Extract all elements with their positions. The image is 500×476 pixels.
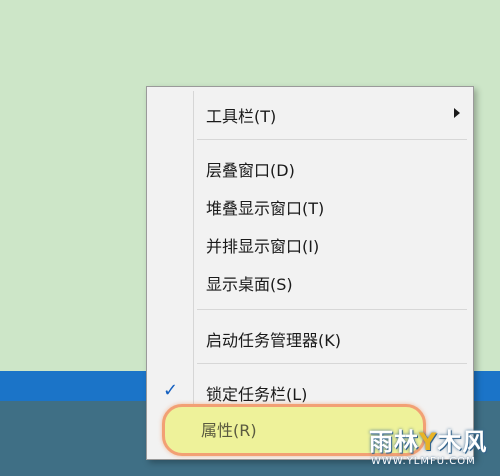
menu-item-label: 属性(R): [201, 421, 257, 440]
menu-separator: [197, 363, 467, 364]
menu-item-label: 工具栏(T): [206, 107, 277, 126]
watermark-url: WWW.YLMFU.COM: [371, 456, 476, 467]
menu-item-cascade-windows[interactable]: 层叠窗口(D): [150, 149, 470, 185]
menu-item-show-desktop[interactable]: 显示桌面(S): [150, 263, 470, 299]
menu-item-label: 锁定任务栏(L): [206, 385, 308, 404]
menu-item-side-by-side[interactable]: 并排显示窗口(I): [150, 225, 470, 261]
menu-item-label: 显示桌面(S): [206, 275, 293, 294]
menu-item-task-manager[interactable]: 启动任务管理器(K): [150, 319, 470, 355]
submenu-arrow-icon: [454, 108, 460, 118]
menu-item-label: 并排显示窗口(I): [206, 237, 320, 256]
menu-item-label: 层叠窗口(D): [206, 161, 295, 180]
watermark-logo: 雨林Y木风 WWW.YLMFU.COM: [365, 418, 500, 476]
watermark-brand: 雨林Y木风: [369, 428, 488, 456]
menu-separator: [197, 139, 467, 140]
menu-item-label: 堆叠显示窗口(T): [206, 199, 325, 218]
menu-item-toolbars[interactable]: 工具栏(T): [150, 95, 470, 131]
menu-item-label: 启动任务管理器(K): [206, 331, 341, 350]
menu-separator: [197, 309, 467, 310]
menu-item-stack-windows[interactable]: 堆叠显示窗口(T): [150, 187, 470, 223]
checkmark-icon: ✓: [163, 380, 179, 401]
